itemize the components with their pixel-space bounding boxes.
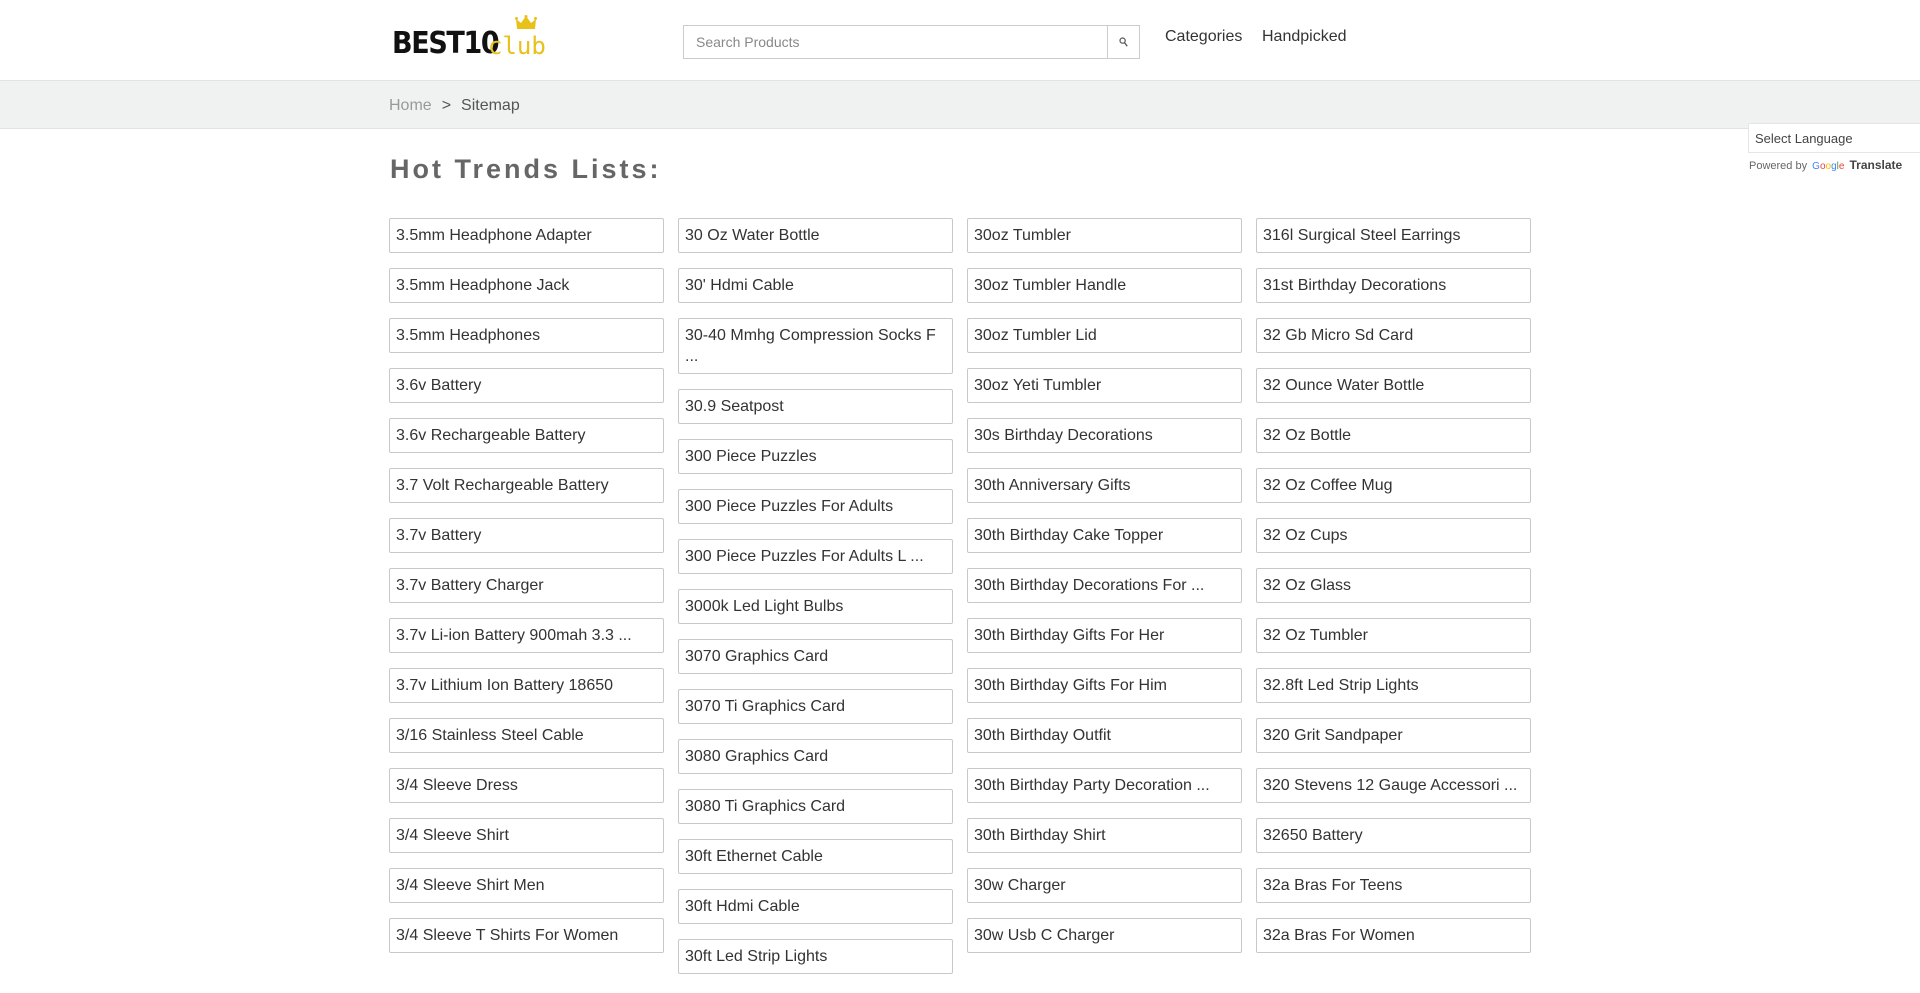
logo-wordmark: BEST10 bbox=[392, 26, 500, 61]
trend-list-item[interactable]: 30oz Yeti Tumbler bbox=[967, 368, 1242, 403]
trend-list-item[interactable]: 320 Stevens 12 Gauge Accessori ... bbox=[1256, 768, 1531, 803]
trend-list-item[interactable]: 3.7v Battery bbox=[389, 518, 664, 553]
trend-list-item[interactable]: 30w Charger bbox=[967, 868, 1242, 903]
trend-list-item[interactable]: 32 Oz Tumbler bbox=[1256, 618, 1531, 653]
breadcrumb-bar: Home > Sitemap bbox=[0, 81, 1920, 129]
trend-list-item[interactable]: 32 Ounce Water Bottle bbox=[1256, 368, 1531, 403]
trend-list-item[interactable]: 3.5mm Headphone Jack bbox=[389, 268, 664, 303]
trend-list-item[interactable]: 32a Bras For Women bbox=[1256, 918, 1531, 953]
search-input[interactable] bbox=[683, 25, 1107, 59]
breadcrumb: Home > Sitemap bbox=[389, 97, 520, 115]
trend-list-item[interactable]: 32 Oz Glass bbox=[1256, 568, 1531, 603]
trend-list-item[interactable]: 30th Birthday Decorations For ... bbox=[967, 568, 1242, 603]
logo-club-group: club bbox=[488, 15, 546, 60]
trend-list-item[interactable]: 31st Birthday Decorations bbox=[1256, 268, 1531, 303]
trend-list-item[interactable]: 3.7v Battery Charger bbox=[389, 568, 664, 603]
trend-list-item[interactable]: 30th Birthday Outfit bbox=[967, 718, 1242, 753]
trend-list-item[interactable]: 300 Piece Puzzles For Adults L ... bbox=[678, 539, 953, 574]
trend-list-item[interactable]: 32.8ft Led Strip Lights bbox=[1256, 668, 1531, 703]
search-icon bbox=[1119, 37, 1128, 47]
logo-club-text: club bbox=[488, 32, 546, 60]
trend-column-4: 316l Surgical Steel Earrings 31st Birthda… bbox=[1256, 218, 1531, 968]
translate-link[interactable]: Translate bbox=[1849, 158, 1902, 172]
trend-list-item[interactable]: 32a Bras For Teens bbox=[1256, 868, 1531, 903]
trend-list-item[interactable]: 30ft Ethernet Cable bbox=[678, 839, 953, 874]
trend-list-item[interactable]: 30ft Led Strip Lights bbox=[678, 939, 953, 974]
trend-list-item[interactable]: 3.7 Volt Rechargeable Battery bbox=[389, 468, 664, 503]
trend-list-item[interactable]: 30-40 Mmhg Compression Socks F ... bbox=[678, 318, 953, 374]
trend-list-item[interactable]: 30 Oz Water Bottle bbox=[678, 218, 953, 253]
trend-column-2: 30 Oz Water Bottle 30' Hdmi Cable 30-40 Mm… bbox=[678, 218, 953, 989]
trend-list-item[interactable]: 3070 Graphics Card bbox=[678, 639, 953, 674]
crown-icon bbox=[515, 15, 537, 29]
trend-list-item[interactable]: 30th Birthday Cake Topper bbox=[967, 518, 1242, 553]
trend-list-item[interactable]: 32 Oz Coffee Mug bbox=[1256, 468, 1531, 503]
trend-list-item[interactable]: 30oz Tumbler Handle bbox=[967, 268, 1242, 303]
trend-list-item[interactable]: 32 Oz Cups bbox=[1256, 518, 1531, 553]
search-form bbox=[683, 25, 1140, 59]
trend-list-item[interactable]: 30.9 Seatpost bbox=[678, 389, 953, 424]
breadcrumb-separator: > bbox=[441, 97, 452, 114]
trend-list-item[interactable]: 3/4 Sleeve Shirt Men bbox=[389, 868, 664, 903]
trend-list-item[interactable]: 3.6v Battery bbox=[389, 368, 664, 403]
google-logo-icon: Google bbox=[1812, 161, 1845, 172]
nav-handpicked[interactable]: Handpicked bbox=[1262, 28, 1347, 46]
trend-list-item[interactable]: 300 Piece Puzzles For Adults bbox=[678, 489, 953, 524]
google-translate-widget: Select Language Powered by Google Transl… bbox=[1748, 123, 1920, 172]
trend-list-item[interactable]: 30th Birthday Party Decoration ... bbox=[967, 768, 1242, 803]
trend-list-item[interactable]: 3000k Led Light Bulbs bbox=[678, 589, 953, 624]
trend-column-1: 3.5mm Headphone Adapter 3.5mm Headphone J… bbox=[389, 218, 664, 968]
trend-list-item[interactable]: 3.7v Lithium Ion Battery 18650 bbox=[389, 668, 664, 703]
trend-list-item[interactable]: 320 Grit Sandpaper bbox=[1256, 718, 1531, 753]
trend-list-item[interactable]: 3/16 Stainless Steel Cable bbox=[389, 718, 664, 753]
search-button[interactable] bbox=[1107, 25, 1140, 59]
trend-list-item[interactable]: 30th Birthday Gifts For Him bbox=[967, 668, 1242, 703]
trend-list-item[interactable]: 32650 Battery bbox=[1256, 818, 1531, 853]
page-title: Hot Trends Lists: bbox=[390, 154, 662, 184]
trend-list-item[interactable]: 3.7v Li-ion Battery 900mah 3.3 ... bbox=[389, 618, 664, 653]
trend-list-item[interactable]: 3.5mm Headphones bbox=[389, 318, 664, 353]
site-logo[interactable]: BEST10 club bbox=[392, 15, 546, 61]
trend-list-item[interactable]: 3070 Ti Graphics Card bbox=[678, 689, 953, 724]
trend-list-item[interactable]: 30oz Tumbler bbox=[967, 218, 1242, 253]
trend-list-item[interactable]: 3080 Graphics Card bbox=[678, 739, 953, 774]
breadcrumb-current: Sitemap bbox=[461, 97, 520, 114]
trend-list-item[interactable]: 3.6v Rechargeable Battery bbox=[389, 418, 664, 453]
trend-list-item[interactable]: 30' Hdmi Cable bbox=[678, 268, 953, 303]
trend-list-item[interactable]: 30s Birthday Decorations bbox=[967, 418, 1242, 453]
trend-list-item[interactable]: 30th Birthday Shirt bbox=[967, 818, 1242, 853]
trend-column-3: 30oz Tumbler 30oz Tumbler Handle 30oz Tumb… bbox=[967, 218, 1242, 968]
trend-list-item[interactable]: 316l Surgical Steel Earrings bbox=[1256, 218, 1531, 253]
nav-categories[interactable]: Categories bbox=[1165, 28, 1242, 46]
powered-by-label: Powered by bbox=[1749, 160, 1808, 172]
language-select[interactable]: Select Language bbox=[1748, 123, 1920, 153]
breadcrumb-home[interactable]: Home bbox=[389, 97, 432, 114]
trend-list-item[interactable]: 3/4 Sleeve T Shirts For Women bbox=[389, 918, 664, 953]
trend-list-item[interactable]: 32 Gb Micro Sd Card bbox=[1256, 318, 1531, 353]
powered-by: Powered by Google Translate bbox=[1749, 158, 1920, 172]
trend-list-item[interactable]: 32 Oz Bottle bbox=[1256, 418, 1531, 453]
trend-list-item[interactable]: 30oz Tumbler Lid bbox=[967, 318, 1242, 353]
trend-list-item[interactable]: 30w Usb C Charger bbox=[967, 918, 1242, 953]
trend-list-item[interactable]: 30ft Hdmi Cable bbox=[678, 889, 953, 924]
trend-list-item[interactable]: 3.5mm Headphone Adapter bbox=[389, 218, 664, 253]
trend-list-item[interactable]: 300 Piece Puzzles bbox=[678, 439, 953, 474]
trend-list-item[interactable]: 3/4 Sleeve Dress bbox=[389, 768, 664, 803]
site-header: BEST10 club Categories Handpicked bbox=[0, 0, 1920, 81]
trend-list-item[interactable]: 3/4 Sleeve Shirt bbox=[389, 818, 664, 853]
trend-list-item[interactable]: 30th Birthday Gifts For Her bbox=[967, 618, 1242, 653]
trend-list-item[interactable]: 30th Anniversary Gifts bbox=[967, 468, 1242, 503]
trend-list-item[interactable]: 3080 Ti Graphics Card bbox=[678, 789, 953, 824]
